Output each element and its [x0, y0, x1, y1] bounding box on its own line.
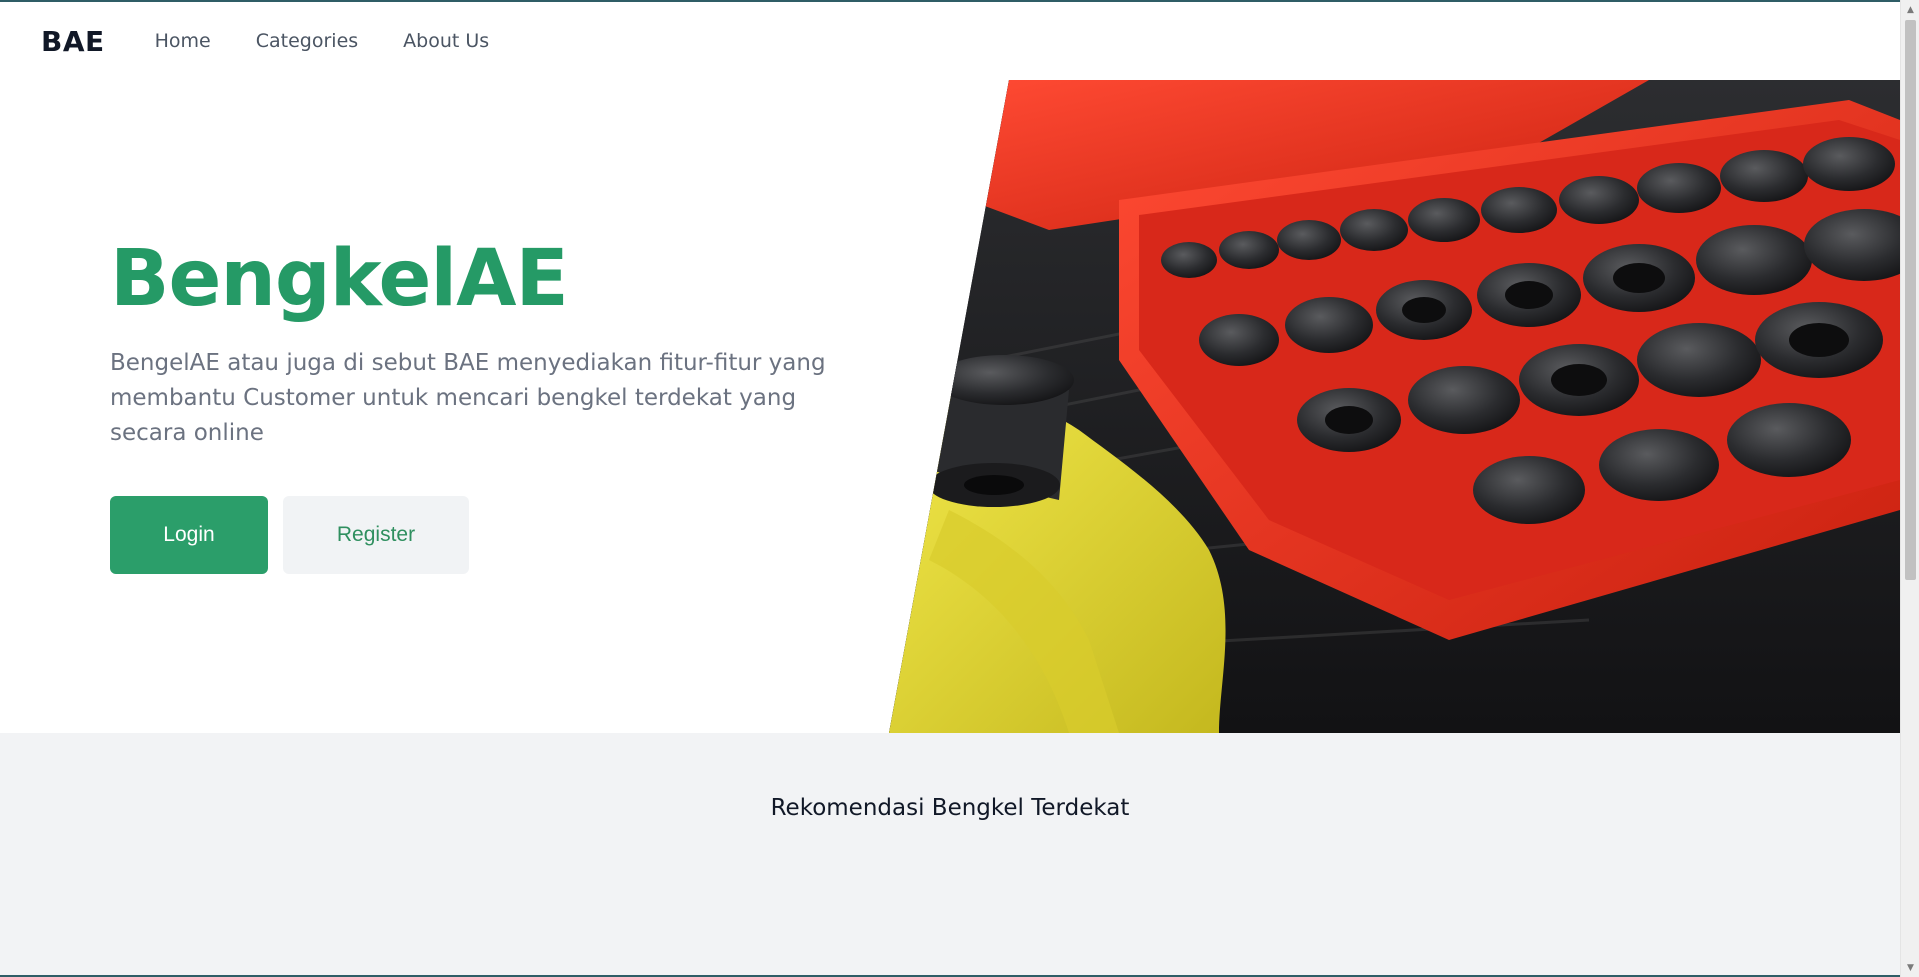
recommendation-section: Rekomendasi Bengkel Terdekat [0, 733, 1900, 977]
navbar: BAE Home Categories About Us [0, 2, 1900, 80]
nav-home-link[interactable]: Home [155, 30, 211, 52]
hero-actions: Login Register [110, 496, 469, 574]
hero-section: BengkelAE BengelAE atau juga di sebut BA… [0, 80, 1900, 733]
hero-title: BengkelAE [110, 234, 569, 324]
recommendation-title: Rekomendasi Bengkel Terdekat [770, 795, 1130, 821]
scroll-down-arrow-icon[interactable]: ▼ [1901, 960, 1919, 977]
nav-categories-link[interactable]: Categories [256, 30, 358, 52]
brand-logo[interactable]: BAE [41, 25, 105, 58]
page: BAE Home Categories About Us BengkelAE B… [0, 0, 1919, 977]
scrollbar-thumb[interactable] [1905, 20, 1916, 580]
hero-image-socket-set [889, 80, 1900, 733]
socket-set-illustration [889, 80, 1900, 733]
login-button[interactable]: Login [110, 496, 268, 574]
scroll-up-arrow-icon[interactable]: ▲ [1901, 2, 1919, 19]
register-button[interactable]: Register [283, 496, 469, 574]
hero-text: BengkelAE BengelAE atau juga di sebut BA… [110, 240, 830, 451]
nav-about-us-link[interactable]: About Us [403, 30, 489, 52]
nav-links: Home Categories About Us [155, 30, 535, 52]
vertical-scrollbar[interactable]: ▲ ▼ [1900, 0, 1919, 977]
hero-description: BengelAE atau juga di sebut BAE menyedia… [110, 350, 826, 446]
